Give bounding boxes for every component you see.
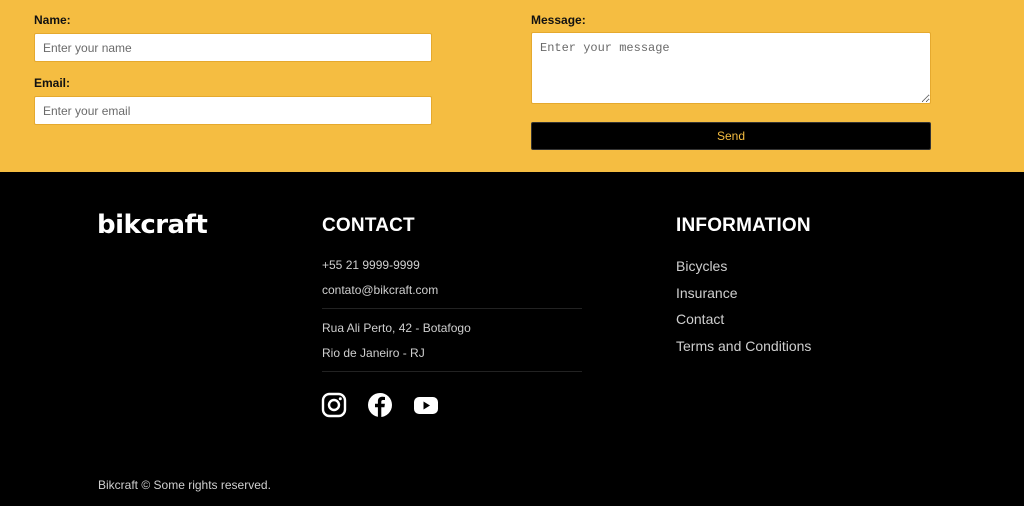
name-input[interactable]	[34, 33, 432, 62]
contact-address-city: Rio de Janeiro - RJ	[322, 346, 425, 360]
contact-divider	[322, 308, 582, 309]
info-link-contact[interactable]: Contact	[676, 311, 724, 327]
contact-address-street: Rua Ali Perto, 42 - Botafogo	[322, 321, 471, 335]
youtube-icon[interactable]	[413, 392, 441, 420]
info-link-bicycles[interactable]: Bicycles	[676, 258, 727, 274]
contact-divider-2	[322, 371, 582, 372]
info-link-insurance[interactable]: Insurance	[676, 285, 737, 301]
facebook-icon[interactable]	[367, 392, 395, 420]
message-textarea[interactable]	[531, 32, 931, 104]
email-input[interactable]	[34, 96, 432, 125]
message-label: Message:	[531, 13, 586, 27]
email-label: Email:	[34, 76, 71, 90]
contact-form-section: Name: Email: Message: Send	[0, 0, 1024, 172]
copyright-text: Bikcraft © Some rights reserved.	[98, 478, 271, 492]
send-button[interactable]: Send	[531, 122, 931, 150]
contact-phone: +55 21 9999-9999	[322, 258, 420, 272]
information-heading: INFORMATION	[676, 215, 811, 236]
info-link-terms[interactable]: Terms and Conditions	[676, 338, 811, 354]
bikcraft-logo[interactable]: bikcraft	[97, 210, 208, 240]
footer: bikcraft CONTACT +55 21 9999-9999 contat…	[0, 172, 1024, 506]
contact-heading: CONTACT	[322, 215, 415, 236]
instagram-icon[interactable]	[321, 392, 349, 420]
contact-email: contato@bikcraft.com	[322, 283, 439, 297]
name-label: Name:	[34, 13, 71, 27]
